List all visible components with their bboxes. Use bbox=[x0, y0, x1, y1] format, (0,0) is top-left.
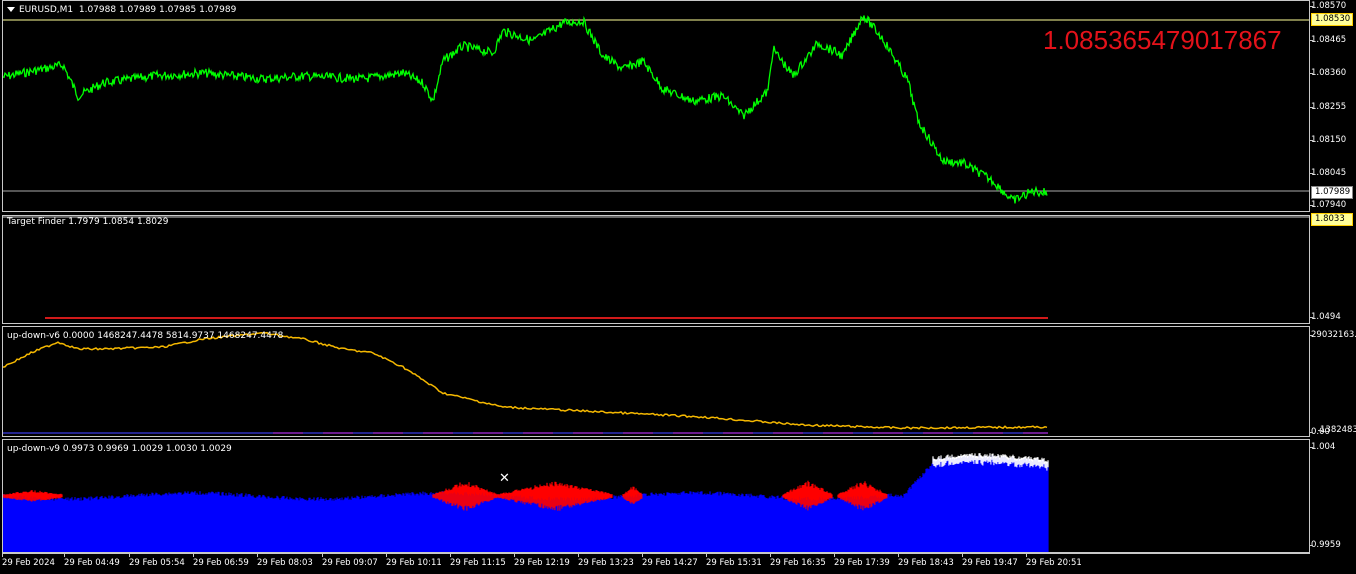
updown-v6-chart bbox=[3, 331, 1048, 434]
target-bottom-tick: 1.0494 bbox=[1309, 312, 1341, 322]
price-tick: 1.08465 bbox=[1308, 35, 1347, 45]
updown-v6-axis[interactable]: 29032163. 0.00 1382483. bbox=[1309, 326, 1356, 437]
price-tick: 1.08255 bbox=[1308, 102, 1347, 112]
time-label: 29 Feb 19:47 bbox=[962, 553, 1018, 568]
ohlc-values: 1.07988 1.07989 1.07985 1.07989 bbox=[78, 5, 237, 15]
time-label: 29 Feb 15:31 bbox=[706, 553, 762, 568]
updown-v6-label: up-down-v6 0.0000 1468247.4478 5814.9737… bbox=[7, 331, 284, 341]
v9-top-tick: 1.004 bbox=[1308, 442, 1336, 452]
price-tick: 1.08045 bbox=[1308, 168, 1347, 178]
price-tick: 1.08570 bbox=[1308, 1, 1347, 11]
updown-v6-pane[interactable]: up-down-v6 0.0000 1468247.4478 5814.9737… bbox=[2, 326, 1310, 437]
target-finder-label: Target Finder 1.7979 1.0854 1.8029 bbox=[7, 217, 169, 227]
time-label: 29 Feb 05:54 bbox=[129, 553, 185, 568]
time-label: 29 Feb 12:19 bbox=[514, 553, 570, 568]
time-label: 29 Feb 06:59 bbox=[193, 553, 249, 568]
target-finder-pane[interactable]: Target Finder 1.7979 1.0854 1.8029 bbox=[2, 215, 1310, 324]
time-label: 29 Feb 08:03 bbox=[257, 553, 313, 568]
time-label: 29 Feb 17:39 bbox=[834, 553, 890, 568]
time-label: 29 Feb 13:23 bbox=[578, 553, 634, 568]
symbol-label: EURUSD,M1 bbox=[19, 5, 74, 15]
target-finder-chart bbox=[3, 216, 1309, 319]
updown-v9-chart: ✕ bbox=[3, 453, 1049, 552]
price-tick: 1.08150 bbox=[1308, 135, 1347, 145]
time-label: 29 Feb 2024 bbox=[2, 553, 55, 568]
time-axis[interactable]: 29 Feb 2024 29 Feb 04:49 29 Feb 05:54 29 Fe… bbox=[2, 553, 1310, 574]
high-line-price-box: 1.08530 bbox=[1311, 13, 1353, 26]
x-marker-icon: ✕ bbox=[499, 471, 510, 486]
v9-bottom-tick: 0.9959 bbox=[1309, 540, 1341, 550]
price-line bbox=[3, 15, 1048, 204]
dropdown-triangle-icon[interactable] bbox=[7, 7, 15, 12]
time-label: 29 Feb 16:35 bbox=[770, 553, 826, 568]
main-price-axis[interactable]: 1.08570 1.08465 1.08360 1.08255 1.08150 … bbox=[1308, 0, 1356, 212]
updown-v9-axis[interactable]: 1.004 0.9959 bbox=[1308, 439, 1356, 553]
time-label: 29 Feb 20:51 bbox=[1026, 553, 1082, 568]
time-label: 29 Feb 14:27 bbox=[642, 553, 698, 568]
time-label: 29 Feb 18:43 bbox=[898, 553, 954, 568]
v6-bottom-tick-2: 1382483. bbox=[1318, 425, 1356, 435]
updown-v9-pane[interactable]: ✕ up-down-v9 0.9973 0.9969 1.0029 1.0030… bbox=[2, 439, 1310, 553]
target-axis[interactable]: 1.0494 bbox=[1309, 215, 1356, 324]
time-label: 29 Feb 11:15 bbox=[450, 553, 506, 568]
time-label: 29 Feb 04:49 bbox=[64, 553, 120, 568]
price-tick: 1.08360 bbox=[1308, 68, 1347, 78]
time-label: 29 Feb 10:11 bbox=[386, 553, 442, 568]
symbol-header: EURUSD,M1 1.07988 1.07989 1.07985 1.0798… bbox=[7, 5, 236, 15]
updown-v9-label: up-down-v9 0.9973 0.9969 1.0029 1.0030 1… bbox=[7, 444, 232, 454]
v6-top-tick: 29032163. bbox=[1309, 330, 1356, 340]
price-tick: 1.07940 bbox=[1308, 200, 1347, 210]
time-label: 29 Feb 09:07 bbox=[322, 553, 378, 568]
updown-v6-line bbox=[3, 331, 1048, 430]
current-price-box: 1.07989 bbox=[1311, 186, 1353, 199]
big-price-readout: 1.085365479017867 bbox=[1043, 25, 1282, 55]
